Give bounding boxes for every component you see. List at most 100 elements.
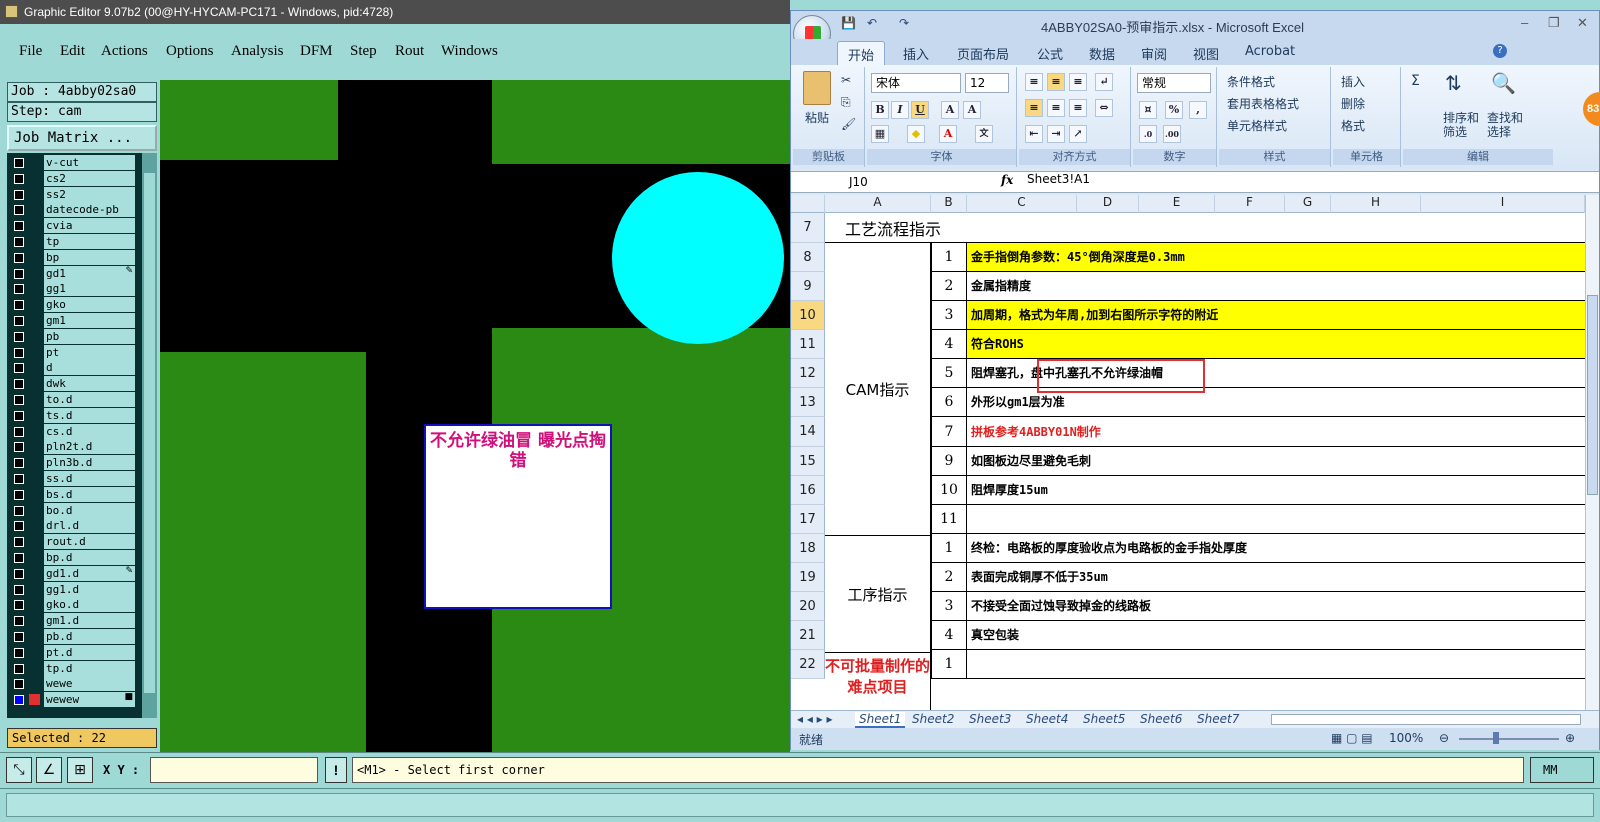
item-number[interactable]: 2: [931, 272, 967, 300]
border-icon[interactable]: ▦: [871, 125, 889, 143]
item-number[interactable]: 7: [931, 417, 967, 446]
layer-row[interactable]: bp: [7, 249, 137, 266]
menu-edit[interactable]: Edit: [60, 43, 85, 60]
zoom-slider[interactable]: [1459, 738, 1559, 740]
bold-icon[interactable]: B: [871, 101, 889, 119]
zoom-window-icon[interactable]: ⤡: [6, 757, 32, 783]
table-format-button[interactable]: 套用表格格式: [1227, 95, 1299, 112]
row-header[interactable]: 11: [791, 330, 825, 359]
layer-checkbox[interactable]: [14, 521, 24, 532]
vertical-scrollbar[interactable]: [1585, 195, 1599, 710]
item-number[interactable]: 5: [931, 359, 967, 387]
layer-checkbox[interactable]: [14, 284, 24, 295]
instruction-cell[interactable]: [967, 650, 1585, 678]
layer-row[interactable]: pb.d: [7, 629, 137, 645]
layer-checkbox[interactable]: [14, 173, 24, 184]
layer-checkbox[interactable]: [14, 458, 24, 469]
layer-checkbox[interactable]: [14, 237, 24, 247]
help-icon[interactable]: ?: [1493, 44, 1507, 58]
layer-row[interactable]: to.d: [7, 392, 137, 408]
merge-center-icon[interactable]: ⇔: [1095, 99, 1113, 117]
underline-icon[interactable]: U: [911, 101, 929, 119]
layer-checkbox[interactable]: [14, 600, 24, 611]
tab-acrobat[interactable]: Acrobat: [1245, 44, 1295, 59]
item-number[interactable]: 4: [931, 330, 967, 358]
layer-row[interactable]: gm1: [7, 313, 137, 329]
insert-cells-button[interactable]: 插入: [1341, 73, 1365, 90]
menu-windows[interactable]: Windows: [441, 43, 498, 60]
row-header[interactable]: 17: [791, 505, 825, 534]
zoom-out-icon[interactable]: ⊖: [1439, 731, 1449, 745]
align-middle-icon[interactable]: ≡: [1047, 73, 1065, 91]
layer-row[interactable]: dwk: [7, 376, 137, 392]
layer-row[interactable]: gko.d: [7, 597, 137, 613]
item-number[interactable]: 9: [931, 447, 967, 475]
layer-checkbox[interactable]: [14, 379, 24, 390]
increase-indent-icon[interactable]: ⇥: [1047, 125, 1065, 143]
merged-section-cell[interactable]: 工艺流程指示: [825, 213, 1585, 243]
paste-button[interactable]: 粘贴: [805, 109, 829, 126]
align-right-icon[interactable]: ≡: [1069, 99, 1087, 117]
layer-checkbox[interactable]: [14, 647, 24, 658]
layer-scroll-thumb[interactable]: [144, 173, 155, 693]
menu-actions[interactable]: Actions: [101, 43, 148, 60]
font-size-select[interactable]: 12: [965, 73, 1009, 93]
layer-checkbox[interactable]: [14, 395, 24, 405]
sheet-tab[interactable]: Sheet7: [1197, 712, 1239, 726]
layer-checkbox[interactable]: [14, 663, 24, 674]
layer-row[interactable]: ss2: [7, 186, 137, 203]
instruction-cell[interactable]: 如图板边尽里避免毛刺: [967, 447, 1585, 475]
instruction-cell[interactable]: 不接受全面过蚀导致掉金的线路板: [967, 592, 1585, 620]
menu-analysis[interactable]: Analysis: [231, 43, 284, 60]
layer-checkbox[interactable]: [14, 695, 24, 706]
item-number[interactable]: 10: [931, 476, 967, 504]
cut-icon[interactable]: ✂: [841, 73, 851, 87]
align-left-icon[interactable]: ≡: [1025, 99, 1043, 117]
sheet-tab[interactable]: Sheet2: [912, 712, 954, 726]
column-header[interactable]: B: [931, 195, 967, 213]
tab-insert[interactable]: 插入: [903, 44, 929, 63]
layer-checkbox[interactable]: [14, 489, 24, 500]
view-buttons[interactable]: ▦ ▢ ▤: [1331, 731, 1373, 745]
instruction-cell[interactable]: 终检：电路板的厚度验收点为电路板的金手指处厚度: [967, 534, 1585, 562]
item-number[interactable]: 11: [931, 505, 967, 533]
layer-checkbox[interactable]: [14, 300, 24, 311]
column-header[interactable]: H: [1331, 195, 1421, 213]
layer-checkbox[interactable]: [14, 363, 24, 374]
comma-icon[interactable]: ,: [1189, 101, 1207, 119]
phonetic-icon[interactable]: 文: [975, 125, 993, 143]
layer-row[interactable]: bo.d: [7, 502, 137, 519]
row-header[interactable]: 14: [791, 417, 825, 447]
layer-row[interactable]: gd1.d ✎: [7, 565, 137, 582]
row-header[interactable]: 7: [791, 213, 825, 243]
italic-icon[interactable]: I: [891, 101, 909, 119]
layer-row[interactable]: cvia: [7, 218, 137, 234]
shrink-font-icon[interactable]: A: [963, 101, 981, 119]
layer-checkbox[interactable]: [14, 221, 24, 232]
layer-row[interactable]: pb: [7, 328, 137, 345]
layer-checkbox[interactable]: [14, 347, 24, 358]
layer-checkbox[interactable]: [14, 410, 24, 421]
zoom-slider-thumb[interactable]: [1493, 732, 1499, 744]
grid-icon[interactable]: ⊞: [67, 757, 93, 783]
layer-row[interactable]: wewew ■: [7, 692, 137, 708]
tab-view[interactable]: 视图: [1193, 44, 1219, 63]
layer-row[interactable]: gko: [7, 297, 137, 313]
column-header[interactable]: I: [1421, 195, 1585, 213]
sheet-tab[interactable]: Sheet6: [1140, 712, 1182, 726]
unit-select[interactable]: MM: [1530, 757, 1594, 783]
layer-checkbox[interactable]: [14, 553, 24, 563]
item-number[interactable]: 1: [931, 650, 967, 678]
vertical-scroll-thumb[interactable]: [1587, 295, 1598, 495]
currency-icon[interactable]: ¤: [1139, 101, 1157, 119]
align-center-icon[interactable]: ≡: [1047, 99, 1065, 117]
layer-row[interactable]: bs.d: [7, 486, 137, 503]
layer-checkbox[interactable]: [14, 537, 24, 548]
sheet-tab[interactable]: Sheet5: [1083, 712, 1125, 726]
instruction-cell[interactable]: 表面完成铜厚不低于35um: [967, 563, 1585, 591]
fx-icon[interactable]: fx: [1001, 173, 1013, 187]
delete-cells-button[interactable]: 删除: [1341, 95, 1365, 112]
tab-formulas[interactable]: 公式: [1037, 44, 1063, 63]
layer-row[interactable]: ts.d: [7, 407, 137, 424]
row-header[interactable]: 13: [791, 388, 825, 417]
